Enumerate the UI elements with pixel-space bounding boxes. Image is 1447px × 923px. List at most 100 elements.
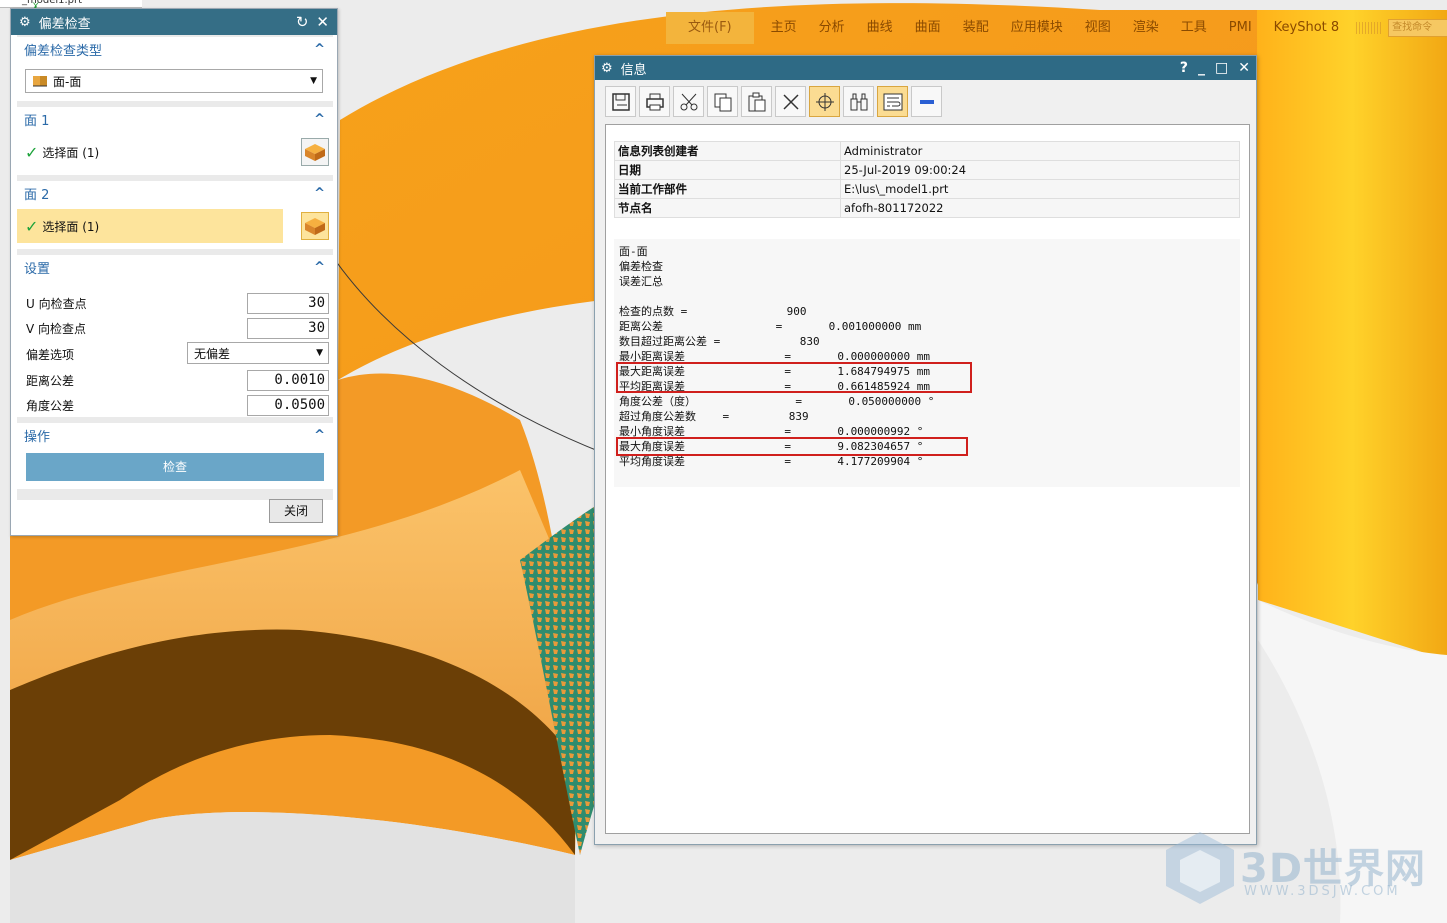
report-line: 数目超过距离公差 = 830 (619, 335, 820, 348)
info-content-panel[interactable]: 信息列表创建者 Administrator 日期 25-Jul-2019 09:00… (605, 124, 1250, 834)
report-line: 面-面 (619, 245, 648, 258)
table-row: 节点名 afofh-801172022 (614, 198, 1240, 218)
face1-group-header[interactable]: 面 1 ^ (17, 107, 333, 131)
angle-tolerance-label: 角度公差 (26, 398, 75, 413)
delete-button[interactable] (775, 86, 806, 117)
close-icon[interactable]: ✕ (316, 13, 329, 31)
menu-view[interactable]: 视图 (1074, 12, 1122, 44)
face-face-icon (33, 76, 47, 87)
select-face-button[interactable] (301, 138, 329, 166)
v-points-input[interactable]: 30 (247, 317, 329, 339)
check-icon: ✓ (25, 142, 39, 162)
paste-icon (748, 92, 765, 111)
face-cube-icon (305, 144, 325, 161)
info-title: 信息 (620, 62, 647, 78)
operation-group: 操作 ^ 检查 (17, 423, 333, 489)
copy-icon (714, 93, 731, 111)
minimize-panel-button[interactable] (911, 86, 942, 117)
meta-value: afofh-801172022 (840, 198, 1240, 218)
u-points-row: U 向检查点 30 (17, 291, 333, 315)
collapse-chevron-icon[interactable]: ^ (314, 112, 325, 127)
type-group: 偏差检查类型 ^ 面-面 ▼ (17, 37, 333, 101)
operation-title: 操作 (24, 429, 51, 445)
menu-render[interactable]: 渲染 (1122, 12, 1170, 44)
collapse-chevron-icon[interactable]: ^ (314, 42, 325, 57)
menu-surface[interactable]: 曲面 (904, 12, 952, 44)
print-icon (645, 93, 664, 110)
dropdown-arrow-icon: ▼ (316, 348, 323, 358)
save-button[interactable] (605, 86, 636, 117)
menu-curve[interactable]: 曲线 (856, 12, 904, 44)
u-points-label: U 向检查点 (26, 296, 87, 311)
u-points-input[interactable]: 30 (247, 292, 329, 314)
save-icon (611, 92, 630, 111)
close-button[interactable]: 关闭 (269, 499, 323, 523)
dropdown-arrow-icon: ▼ (310, 76, 317, 86)
deviation-report: 面-面 偏差检查 误差汇总 检查的点数 = 900 距离公差 = 0.00100… (614, 239, 1240, 487)
help-button[interactable]: ? (1180, 60, 1188, 76)
reset-icon[interactable]: ↻ (296, 13, 309, 31)
operation-group-header[interactable]: 操作 ^ (17, 423, 333, 447)
settings-title: 设置 (24, 261, 51, 277)
settings-group-header[interactable]: 设置 ^ (17, 255, 333, 279)
print-button[interactable] (639, 86, 670, 117)
meta-key: 节点名 (614, 198, 841, 218)
scissors-icon (680, 93, 697, 110)
report-line: 误差汇总 (619, 275, 663, 288)
minimize-button[interactable]: _ (1198, 60, 1205, 76)
collapse-chevron-icon[interactable]: ^ (314, 186, 325, 201)
menu-assembly[interactable]: 装配 (952, 12, 1000, 44)
ribbon-menubar: 文件(F) 主页 分析 曲线 曲面 装配 应用模块 视图 渲染 工具 PMI K… (666, 12, 1447, 44)
info-titlebar[interactable]: ⚙ 信息 ? _ □ ✕ (595, 56, 1256, 80)
collapse-chevron-icon[interactable]: ^ (314, 428, 325, 443)
maximize-button[interactable]: □ (1215, 60, 1228, 76)
gear-icon[interactable]: ⚙ (601, 61, 613, 76)
menu-tools[interactable]: 工具 (1170, 12, 1218, 44)
info-meta-table: 信息列表创建者 Administrator 日期 25-Jul-2019 09:00… (614, 141, 1240, 218)
menu-home[interactable]: 主页 (760, 12, 808, 44)
word-wrap-button[interactable] (877, 86, 908, 117)
meta-key: 信息列表创建者 (614, 141, 841, 161)
deviation-option-label: 偏差选项 (26, 347, 75, 362)
face2-selection-label: 选择面 (1) (42, 219, 100, 234)
site-watermark: 3D世界网 WWW.3DSJW.COM (1162, 828, 1432, 910)
command-search-input[interactable]: 查找命令 (1388, 19, 1447, 37)
type-select[interactable]: 面-面 ▼ (25, 69, 323, 93)
highlight-box-distance (616, 362, 972, 393)
report-line: 偏差检查 (619, 260, 663, 273)
distance-tolerance-label: 距离公差 (26, 373, 75, 388)
menu-analysis[interactable]: 分析 (808, 12, 856, 44)
report-line: 超过角度公差数 = 839 (619, 410, 809, 423)
select-face-button[interactable] (301, 212, 329, 240)
check-button[interactable]: 检查 (26, 453, 324, 481)
meta-value: 25-Jul-2019 09:00:24 (840, 160, 1240, 180)
menu-file[interactable]: 文件(F) (666, 12, 754, 44)
distance-tolerance-input[interactable]: 0.0010 (247, 369, 329, 391)
find-button[interactable] (843, 86, 874, 117)
dialog-titlebar[interactable]: ⚙ 偏差检查 ↻ ✕ (11, 9, 337, 35)
cut-button[interactable] (673, 86, 704, 117)
menu-keyshot[interactable]: KeyShot 8 (1263, 12, 1351, 44)
grip-handle[interactable] (1356, 22, 1383, 34)
menu-pmi[interactable]: PMI (1218, 12, 1263, 44)
angle-tolerance-input[interactable]: 0.0500 (247, 394, 329, 416)
report-line: 平均角度误差 = 4.177209904 ° (619, 455, 924, 468)
face1-title: 面 1 (24, 113, 50, 129)
menu-application[interactable]: 应用模块 (1000, 12, 1074, 44)
face1-group: 面 1 ^ ✓ 选择面 (1) (17, 107, 333, 175)
information-window: ⚙ 信息 ? _ □ ✕ 信息列表创建者 Administrator 日期 25-J… (594, 55, 1257, 845)
collapse-chevron-icon[interactable]: ^ (314, 260, 325, 275)
deviation-option-select[interactable]: 无偏差 ▼ (187, 342, 329, 364)
table-row: 信息列表创建者 Administrator (614, 141, 1240, 161)
snap-target-button[interactable] (809, 86, 840, 117)
face2-group-header[interactable]: 面 2 ^ (17, 181, 333, 205)
gear-icon[interactable]: ⚙ (19, 15, 31, 30)
close-button[interactable]: ✕ (1238, 60, 1250, 76)
binoculars-icon (850, 93, 867, 110)
face1-selection-row[interactable]: ✓ 选择面 (1) (17, 135, 333, 169)
meta-key: 日期 (614, 160, 841, 180)
paste-button[interactable] (741, 86, 772, 117)
face2-selection-row[interactable]: ✓ 选择面 (1) (17, 209, 333, 243)
type-group-header[interactable]: 偏差检查类型 ^ (17, 37, 333, 61)
copy-button[interactable] (707, 86, 738, 117)
